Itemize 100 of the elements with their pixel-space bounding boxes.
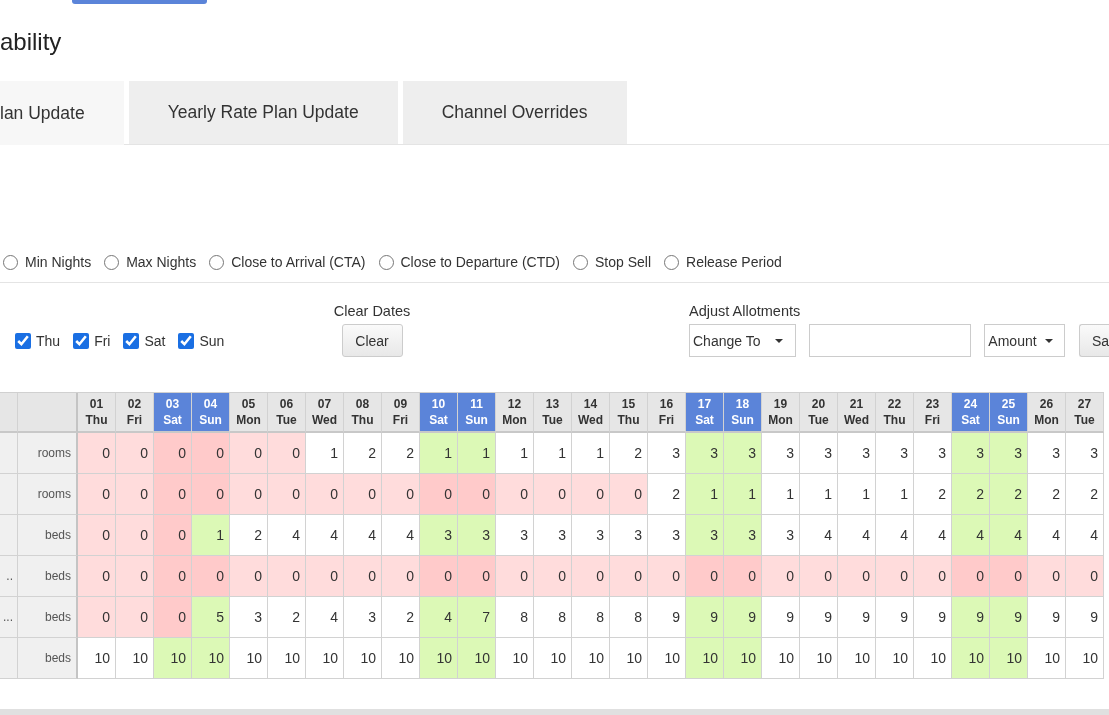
availability-cell[interactable]: 0 [306,556,344,597]
availability-cell[interactable]: 3 [800,433,838,474]
weekday-checkbox[interactable] [123,332,140,349]
availability-cell[interactable]: 9 [648,597,686,638]
availability-cell[interactable]: 3 [914,433,952,474]
availability-cell[interactable]: 2 [610,433,648,474]
availability-cell[interactable]: 10 [838,638,876,679]
availability-cell[interactable]: 10 [534,638,572,679]
availability-cell[interactable]: 2 [1028,474,1066,515]
availability-cell[interactable]: 9 [876,597,914,638]
tab[interactable]: Yearly Rate Plan Update [128,81,398,144]
availability-cell[interactable]: 0 [78,597,116,638]
availability-cell[interactable]: 10 [382,638,420,679]
availability-cell[interactable]: 3 [990,433,1028,474]
availability-cell[interactable]: 3 [724,433,762,474]
availability-cell[interactable]: 0 [154,515,192,556]
availability-cell[interactable]: 3 [344,597,382,638]
availability-cell[interactable]: 0 [420,474,458,515]
availability-cell[interactable]: 0 [420,556,458,597]
availability-cell[interactable]: 1 [420,433,458,474]
availability-cell[interactable]: 0 [230,474,268,515]
availability-cell[interactable]: 8 [610,597,648,638]
availability-cell[interactable]: 0 [78,433,116,474]
availability-cell[interactable]: 3 [686,515,724,556]
tab[interactable]: Channel Overrides [402,81,627,144]
availability-cell[interactable]: 9 [762,597,800,638]
availability-cell[interactable]: 1 [838,474,876,515]
availability-cell[interactable]: 1 [800,474,838,515]
availability-cell[interactable]: 9 [1066,597,1104,638]
availability-cell[interactable]: 7 [458,597,496,638]
availability-cell[interactable]: 3 [534,515,572,556]
availability-cell[interactable]: 10 [914,638,952,679]
weekday-checkbox[interactable] [15,332,31,349]
availability-cell[interactable]: 2 [268,597,306,638]
radio-button[interactable] [378,254,394,270]
availability-cell[interactable]: 0 [116,474,154,515]
change-mode-dropdown[interactable]: Change To [689,324,797,357]
availability-cell[interactable]: 4 [914,515,952,556]
availability-cell[interactable]: 4 [382,515,420,556]
availability-cell[interactable]: 0 [800,556,838,597]
availability-cell[interactable]: 10 [116,638,154,679]
availability-cell[interactable]: 10 [800,638,838,679]
availability-cell[interactable]: 2 [382,597,420,638]
availability-cell[interactable]: 0 [116,433,154,474]
availability-cell[interactable]: 10 [230,638,268,679]
availability-cell[interactable]: 1 [762,474,800,515]
availability-cell[interactable]: 0 [382,474,420,515]
availability-cell[interactable]: 0 [724,556,762,597]
availability-cell[interactable]: 9 [990,597,1028,638]
availability-cell[interactable]: 9 [724,597,762,638]
availability-cell[interactable]: 10 [306,638,344,679]
availability-cell[interactable]: 0 [344,556,382,597]
availability-cell[interactable]: 10 [724,638,762,679]
radio-button[interactable] [664,254,680,270]
availability-cell[interactable]: 4 [306,515,344,556]
availability-cell[interactable]: 10 [952,638,990,679]
availability-cell[interactable]: 0 [458,474,496,515]
availability-cell[interactable]: 1 [724,474,762,515]
availability-cell[interactable]: 10 [1028,638,1066,679]
availability-cell[interactable]: 9 [1028,597,1066,638]
availability-cell[interactable]: 0 [648,556,686,597]
availability-cell[interactable]: 3 [876,433,914,474]
availability-cell[interactable]: 0 [154,433,192,474]
tab[interactable]: lan Update [0,81,124,145]
availability-cell[interactable]: 0 [610,556,648,597]
availability-cell[interactable]: 0 [116,597,154,638]
availability-cell[interactable]: 5 [192,597,230,638]
availability-cell[interactable]: 0 [268,433,306,474]
availability-cell[interactable]: 0 [572,474,610,515]
availability-cell[interactable]: 0 [116,515,154,556]
availability-cell[interactable]: 0 [268,474,306,515]
availability-cell[interactable]: 0 [78,515,116,556]
availability-cell[interactable]: 0 [1066,556,1104,597]
availability-cell[interactable]: 0 [496,556,534,597]
availability-cell[interactable]: 3 [686,433,724,474]
availability-cell[interactable]: 2 [990,474,1028,515]
availability-cell[interactable]: 0 [154,474,192,515]
availability-cell[interactable]: 3 [230,597,268,638]
availability-cell[interactable]: 10 [572,638,610,679]
clear-button[interactable]: Clear [341,324,403,357]
availability-cell[interactable]: 10 [1066,638,1104,679]
availability-cell[interactable]: 0 [762,556,800,597]
availability-cell[interactable]: 4 [800,515,838,556]
availability-cell[interactable]: 4 [1066,515,1104,556]
availability-cell[interactable]: 0 [78,556,116,597]
availability-cell[interactable]: 8 [572,597,610,638]
availability-cell[interactable]: 0 [876,556,914,597]
availability-cell[interactable]: 0 [572,556,610,597]
availability-cell[interactable]: 0 [534,474,572,515]
availability-cell[interactable]: 0 [610,474,648,515]
availability-cell[interactable]: 10 [154,638,192,679]
availability-cell[interactable]: 3 [724,515,762,556]
availability-cell[interactable]: 10 [192,638,230,679]
availability-cell[interactable]: 8 [496,597,534,638]
radio-button[interactable] [3,254,18,270]
availability-cell[interactable]: 10 [686,638,724,679]
availability-cell[interactable]: 0 [686,556,724,597]
availability-cell[interactable]: 3 [610,515,648,556]
availability-cell[interactable]: 10 [78,638,116,679]
availability-cell[interactable]: 9 [838,597,876,638]
